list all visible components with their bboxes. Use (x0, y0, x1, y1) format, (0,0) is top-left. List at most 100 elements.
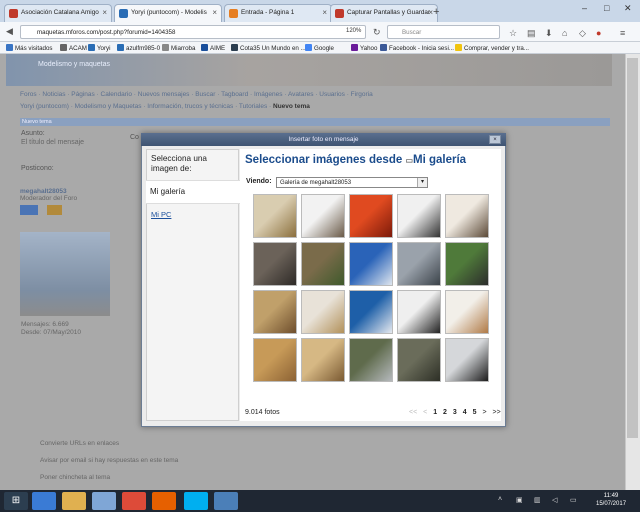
breadcrumb-path[interactable]: Yoryi (puntocom) · Modelismo y Maquetas … (20, 103, 273, 110)
gallery-select[interactable]: Galería de megahalt28053 ▾ (276, 177, 428, 188)
new-tab-button[interactable]: + (433, 6, 439, 18)
bookmark-label: AIME (210, 45, 226, 52)
option-sticky[interactable]: Poner chincheta al tema (40, 474, 110, 481)
bookmark-label: Yoryi (97, 45, 111, 52)
pager-page-2[interactable]: 2 (443, 409, 447, 416)
bookmark-item[interactable]: Facebook - Inicia sesi... (380, 44, 454, 52)
gallery-thumbnail[interactable] (253, 194, 297, 238)
gallery-thumbnail[interactable] (301, 290, 345, 334)
clock-date: 15/07/2017 (596, 501, 627, 507)
pager-page-3[interactable]: 3 (453, 409, 457, 416)
bookmark-item[interactable]: Yahoo (351, 44, 377, 52)
bookmark-star-icon[interactable]: ☆ (509, 28, 517, 39)
gallery-thumbnail[interactable] (253, 290, 297, 334)
firefox-icon[interactable] (152, 492, 176, 510)
browser-tab[interactable]: Yoryi (puntocom) - Modelis × (114, 4, 222, 23)
gallery-thumbnail[interactable] (397, 242, 441, 286)
pager-page-5[interactable]: 5 (473, 409, 477, 416)
chevron-down-icon[interactable]: ▾ (417, 178, 427, 187)
tab-close-icon[interactable]: × (212, 8, 217, 17)
ie-icon[interactable] (32, 492, 56, 510)
gallery-thumbnail[interactable] (349, 338, 393, 382)
bookmark-item[interactable]: Comprar, vender y tra... (455, 44, 529, 52)
bookmark-item[interactable]: Cota35 Un Mundo en ... (231, 44, 306, 52)
search-input[interactable]: Buscar (387, 25, 500, 39)
gallery-thumbnail[interactable] (445, 290, 489, 334)
gallery-thumbnail[interactable] (301, 242, 345, 286)
bookmark-item[interactable]: Miarroba (162, 44, 195, 52)
option-convert-urls[interactable]: Convierte URLs en enlaces (40, 440, 119, 447)
pager-next[interactable]: > (482, 409, 486, 416)
close-window-icon[interactable]: ✕ (624, 3, 632, 14)
source-my-pc-link[interactable]: Mi PC (151, 210, 171, 219)
browser-tab[interactable]: Entrada - Página 1 × (224, 4, 332, 22)
tab-close-icon[interactable]: × (322, 8, 327, 17)
search-placeholder: Buscar (402, 29, 422, 36)
gallery-thumbnail[interactable] (349, 242, 393, 286)
browser-tab[interactable]: Capturar Pantallas y Guardar × (330, 4, 438, 22)
source-my-gallery[interactable]: Mi galería (146, 180, 240, 204)
gallery-thumbnail[interactable] (253, 338, 297, 382)
clock[interactable]: 11:49 15/07/2017 (596, 492, 626, 508)
maximize-icon[interactable]: □ (604, 3, 609, 13)
gallery-thumbnail[interactable] (397, 194, 441, 238)
bookmark-item[interactable]: Más visitados (6, 44, 52, 52)
minimize-icon[interactable]: – (582, 3, 587, 13)
pager-prev: < (423, 409, 428, 416)
start-icon[interactable]: ⊞ (4, 492, 28, 510)
gallery-select-value: Galería de megahalt28053 (280, 180, 352, 186)
tab-close-icon[interactable]: × (102, 8, 107, 17)
bookmark-item[interactable]: Google (305, 44, 334, 52)
scrollbar-thumb[interactable] (627, 58, 638, 438)
chrome-icon[interactable] (122, 492, 146, 510)
gallery-thumbnail[interactable] (349, 290, 393, 334)
gallery-thumbnail[interactable] (349, 194, 393, 238)
bookmark-item[interactable]: ACAM (60, 44, 87, 52)
gallery-thumbnail[interactable] (301, 194, 345, 238)
pocket-icon[interactable]: ◇ (579, 28, 586, 39)
subject-input-fragment[interactable]: Co (130, 134, 139, 141)
reading-list-icon[interactable]: ▤ (527, 28, 536, 39)
tab-label: Asociación Catalana Amigo (21, 9, 99, 16)
gallery-thumbnail[interactable] (301, 338, 345, 382)
pager-last[interactable]: >> (493, 409, 501, 416)
close-icon[interactable]: × (489, 135, 501, 144)
bookmark-item[interactable]: AIME (201, 44, 225, 52)
explorer-icon[interactable] (62, 492, 86, 510)
bookmark-item[interactable]: Yoryi (88, 44, 111, 52)
addon-icon[interactable]: ● (596, 28, 601, 38)
gallery-thumbnail[interactable] (253, 242, 297, 286)
gallery-thumbnail[interactable] (445, 242, 489, 286)
bookmark-favicon-icon (351, 44, 358, 51)
bookmark-item[interactable]: azulfm985-0 (117, 44, 160, 52)
asunto-label: Asunto: (21, 130, 45, 137)
skype-icon[interactable] (184, 492, 208, 510)
home-icon[interactable]: ⌂ (562, 28, 567, 38)
gallery-thumbnail[interactable] (445, 338, 489, 382)
battery-icon[interactable]: ▭ (570, 496, 577, 504)
network-icon[interactable]: ▥ (534, 496, 541, 504)
back-icon[interactable]: ◀ (6, 26, 13, 37)
tab-label: Entrada - Página 1 (241, 9, 295, 16)
bookmark-label: Yahoo (360, 45, 378, 52)
tray-icon[interactable]: ▣ (516, 496, 523, 504)
site-menu[interactable]: Foros · Noticias · Páginas · Calendario … (20, 91, 373, 98)
volume-icon[interactable]: ◁ (552, 496, 557, 504)
pager-page-4[interactable]: 4 (463, 409, 467, 416)
download-icon[interactable]: ⬇ (545, 28, 553, 39)
pager-page-1[interactable]: 1 (433, 409, 437, 416)
reload-icon[interactable]: ↻ (373, 27, 381, 38)
url-bar[interactable]: maquetas.mforos.com/post.php?forumid=140… (20, 25, 366, 39)
window-icon[interactable] (214, 492, 238, 510)
gallery-thumbnail[interactable] (445, 194, 489, 238)
gallery-thumbnail[interactable] (397, 290, 441, 334)
browser-tab[interactable]: Asociación Catalana Amigo × (4, 4, 112, 22)
option-email-notify[interactable]: Avisar por email si hay respuestas en es… (40, 457, 178, 464)
breadcrumb[interactable]: Yoryi (puntocom) · Modelismo y Maquetas … (20, 103, 310, 110)
menu-icon[interactable]: ≡ (620, 28, 625, 38)
tray-arrow-icon[interactable]: ˄ (498, 496, 502, 503)
zoom-level[interactable]: 120% (346, 28, 361, 34)
gallery-thumbnail[interactable] (397, 338, 441, 382)
app-icon[interactable] (92, 492, 116, 510)
user-name[interactable]: megahalt28053 (20, 188, 130, 195)
